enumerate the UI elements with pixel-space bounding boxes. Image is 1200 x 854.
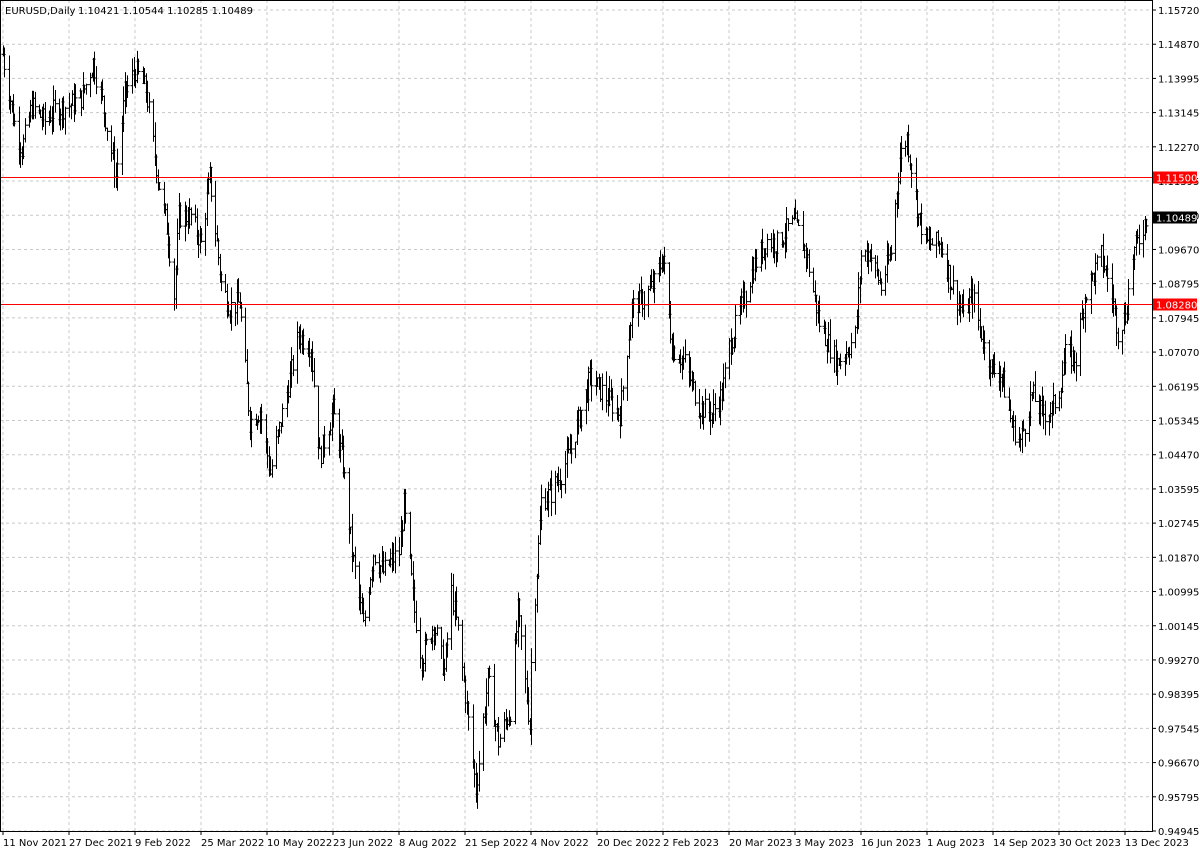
y-tick-label: 1.02745: [1158, 519, 1199, 530]
x-tick-label: 4 Nov 2022: [531, 838, 589, 849]
chart-header-symbol: EURUSD,Daily: [5, 6, 76, 17]
y-tick-label: 1.09670: [1158, 245, 1199, 256]
y-tick-label: 1.07945: [1158, 314, 1199, 325]
y-tick-label: 0.96670: [1158, 759, 1199, 770]
x-tick-label: 16 Jun 2023: [861, 838, 921, 849]
y-tick-label: 0.99270: [1158, 656, 1199, 667]
x-tick-label: 11 Nov 2021: [3, 838, 67, 849]
y-tick-label: 1.00995: [1158, 588, 1199, 599]
y-tick-label: 1.05345: [1158, 417, 1199, 428]
y-tick-label: 1.15720: [1158, 6, 1199, 17]
chart-background: [0, 0, 1200, 854]
y-tick-label: 1.00145: [1158, 622, 1199, 633]
y-tick-label: 1.03595: [1158, 485, 1199, 496]
x-tick-label: 27 Dec 2021: [69, 838, 133, 849]
y-tick-label: 0.97545: [1158, 724, 1199, 735]
y-tick-label: 1.06195: [1158, 382, 1199, 393]
y-tick-label: 1.01870: [1158, 553, 1199, 564]
x-tick-label: 20 Mar 2023: [729, 838, 792, 849]
y-tick-label: 1.12270: [1158, 143, 1199, 154]
x-tick-label: 23 Jun 2022: [333, 838, 393, 849]
level-price-label: 1.08280: [1156, 301, 1197, 312]
x-tick-label: 3 May 2023: [795, 838, 854, 849]
x-tick-label: 1 Aug 2023: [927, 838, 985, 849]
x-tick-label: 10 May 2022: [267, 838, 332, 849]
y-tick-label: 1.04470: [1158, 451, 1199, 462]
y-tick-label: 1.07070: [1158, 348, 1199, 359]
x-tick-label: 14 Sep 2023: [993, 838, 1056, 849]
x-tick-label: 8 Aug 2022: [399, 838, 457, 849]
y-tick-label: 0.94945: [1158, 827, 1199, 838]
x-tick-label: 25 Mar 2022: [201, 838, 264, 849]
x-tick-label: 13 Dec 2023: [1125, 838, 1189, 849]
y-tick-label: 0.95795: [1158, 793, 1199, 804]
y-tick-label: 1.14870: [1158, 40, 1199, 51]
y-tick-label: 1.13145: [1158, 109, 1199, 120]
y-tick-label: 1.08795: [1158, 280, 1199, 291]
x-tick-label: 9 Feb 2022: [135, 838, 191, 849]
x-tick-label: 21 Sep 2022: [465, 838, 528, 849]
chart-header-ohlc: 1.10421 1.10544 1.10285 1.10489: [78, 6, 253, 17]
x-tick-label: 20 Dec 2022: [597, 838, 661, 849]
price-chart[interactable]: 1.157201.148701.139951.131451.122701.113…: [0, 0, 1200, 854]
level-price-label: 1.11500: [1156, 174, 1197, 185]
x-tick-label: 30 Oct 2023: [1059, 838, 1121, 849]
y-tick-label: 1.13995: [1158, 74, 1199, 85]
current-price-label: 1.10489: [1156, 214, 1197, 225]
y-tick-label: 0.98395: [1158, 690, 1199, 701]
x-tick-label: 2 Feb 2023: [663, 838, 719, 849]
